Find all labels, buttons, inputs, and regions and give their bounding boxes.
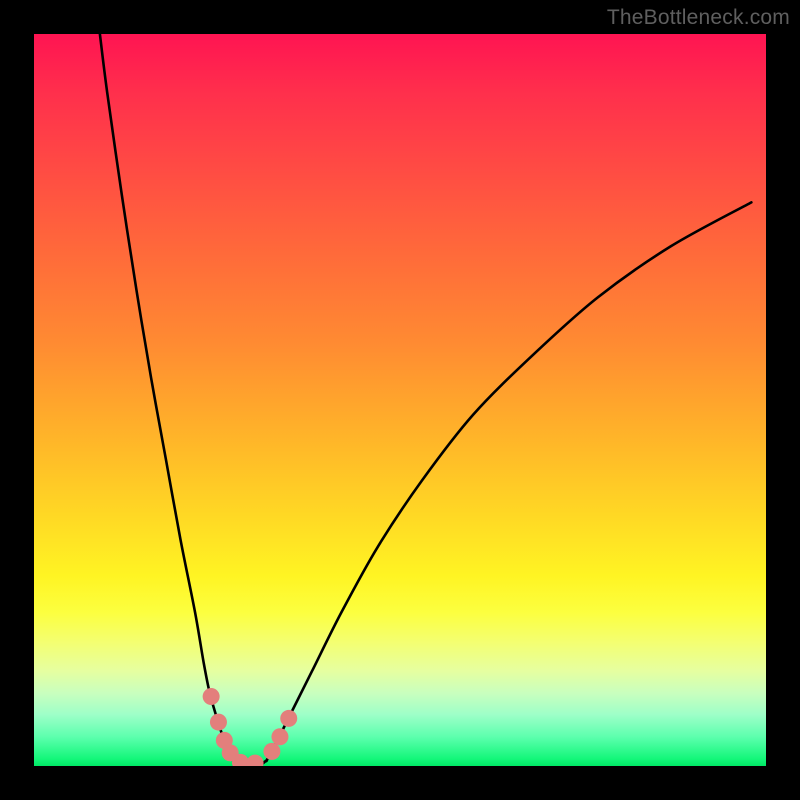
data-marker — [210, 714, 227, 731]
curve-lines — [100, 34, 751, 766]
plot-area — [34, 34, 766, 766]
data-marker — [247, 755, 264, 766]
data-marker — [203, 688, 220, 705]
bottleneck-curve — [100, 34, 751, 766]
chart-svg — [34, 34, 766, 766]
data-marker — [263, 743, 280, 760]
data-marker — [271, 728, 288, 745]
chart-frame: TheBottleneck.com — [0, 0, 800, 800]
watermark-text: TheBottleneck.com — [607, 6, 790, 30]
data-marker — [280, 710, 297, 727]
